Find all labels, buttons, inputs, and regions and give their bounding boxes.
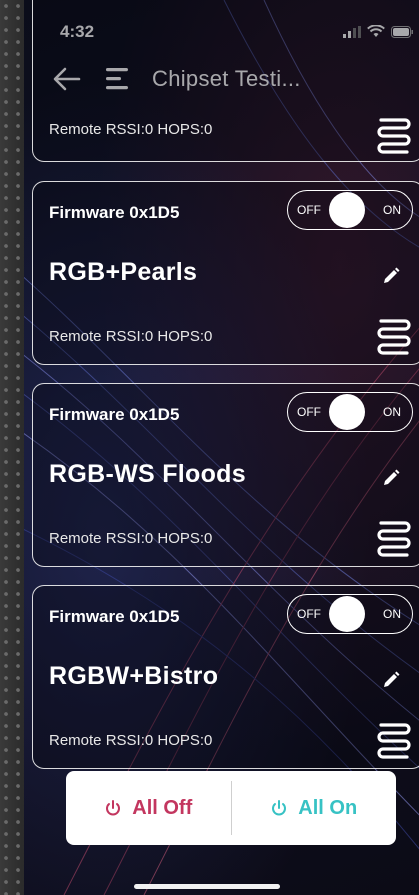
power-toggle[interactable]: OFF ON xyxy=(287,190,413,230)
edit-pencil-icon[interactable] xyxy=(381,670,401,690)
device-name: RGB-WS Floods xyxy=(49,460,246,488)
toggle-off-label: OFF xyxy=(297,203,321,217)
metal-frame-edge xyxy=(0,0,24,895)
bulk-action-bar: All Off All On xyxy=(66,771,396,845)
all-off-button[interactable]: All Off xyxy=(66,771,231,845)
remote-rssi-text: Remote RSSI:0 HOPS:0 xyxy=(49,121,213,138)
toggle-off-label: OFF xyxy=(297,405,321,419)
toggle-on-label: ON xyxy=(383,607,401,621)
power-icon xyxy=(106,800,121,816)
toggle-knob[interactable] xyxy=(329,596,365,632)
edit-pencil-icon[interactable] xyxy=(381,266,401,286)
toggle-on-label: ON xyxy=(383,405,401,419)
remote-rssi-text: Remote RSSI:0 HOPS:0 xyxy=(49,530,213,547)
device-card: Remote RSSI:0 HOPS:0 xyxy=(32,0,419,162)
spring-icon[interactable] xyxy=(377,720,411,760)
home-indicator[interactable] xyxy=(134,884,280,889)
firmware-label: Firmware 0x1D5 xyxy=(49,607,180,626)
power-toggle[interactable]: OFF ON xyxy=(287,392,413,432)
all-off-label: All Off xyxy=(132,796,193,819)
toggle-on-label: ON xyxy=(383,203,401,217)
spring-icon[interactable] xyxy=(377,518,411,558)
edit-pencil-icon[interactable] xyxy=(381,468,401,488)
toggle-knob[interactable] xyxy=(329,394,365,430)
firmware-label: Firmware 0x1D5 xyxy=(49,405,180,424)
toggle-knob[interactable] xyxy=(329,192,365,228)
all-on-button[interactable]: All On xyxy=(232,771,397,845)
power-icon xyxy=(272,800,287,816)
device-card: Firmware 0x1D5 OFF ON RGBW+Bistro Remote… xyxy=(32,585,419,769)
device-name: RGB+Pearls xyxy=(49,258,198,286)
device-name: RGBW+Bistro xyxy=(49,662,219,690)
device-card: Firmware 0x1D5 OFF ON RGB-WS Floods Remo… xyxy=(32,383,419,567)
power-toggle[interactable]: OFF ON xyxy=(287,594,413,634)
app-screen: 4:32 Chipset Testi... Remote RSSI:0 HOPS… xyxy=(24,0,419,895)
all-on-label: All On xyxy=(298,796,358,819)
remote-rssi-text: Remote RSSI:0 HOPS:0 xyxy=(49,328,213,345)
firmware-label: Firmware 0x1D5 xyxy=(49,203,180,222)
spring-icon[interactable] xyxy=(377,115,411,155)
device-card: Firmware 0x1D5 OFF ON RGB+Pearls Remote … xyxy=(32,181,419,365)
toggle-off-label: OFF xyxy=(297,607,321,621)
spring-icon[interactable] xyxy=(377,316,411,356)
remote-rssi-text: Remote RSSI:0 HOPS:0 xyxy=(49,732,213,749)
